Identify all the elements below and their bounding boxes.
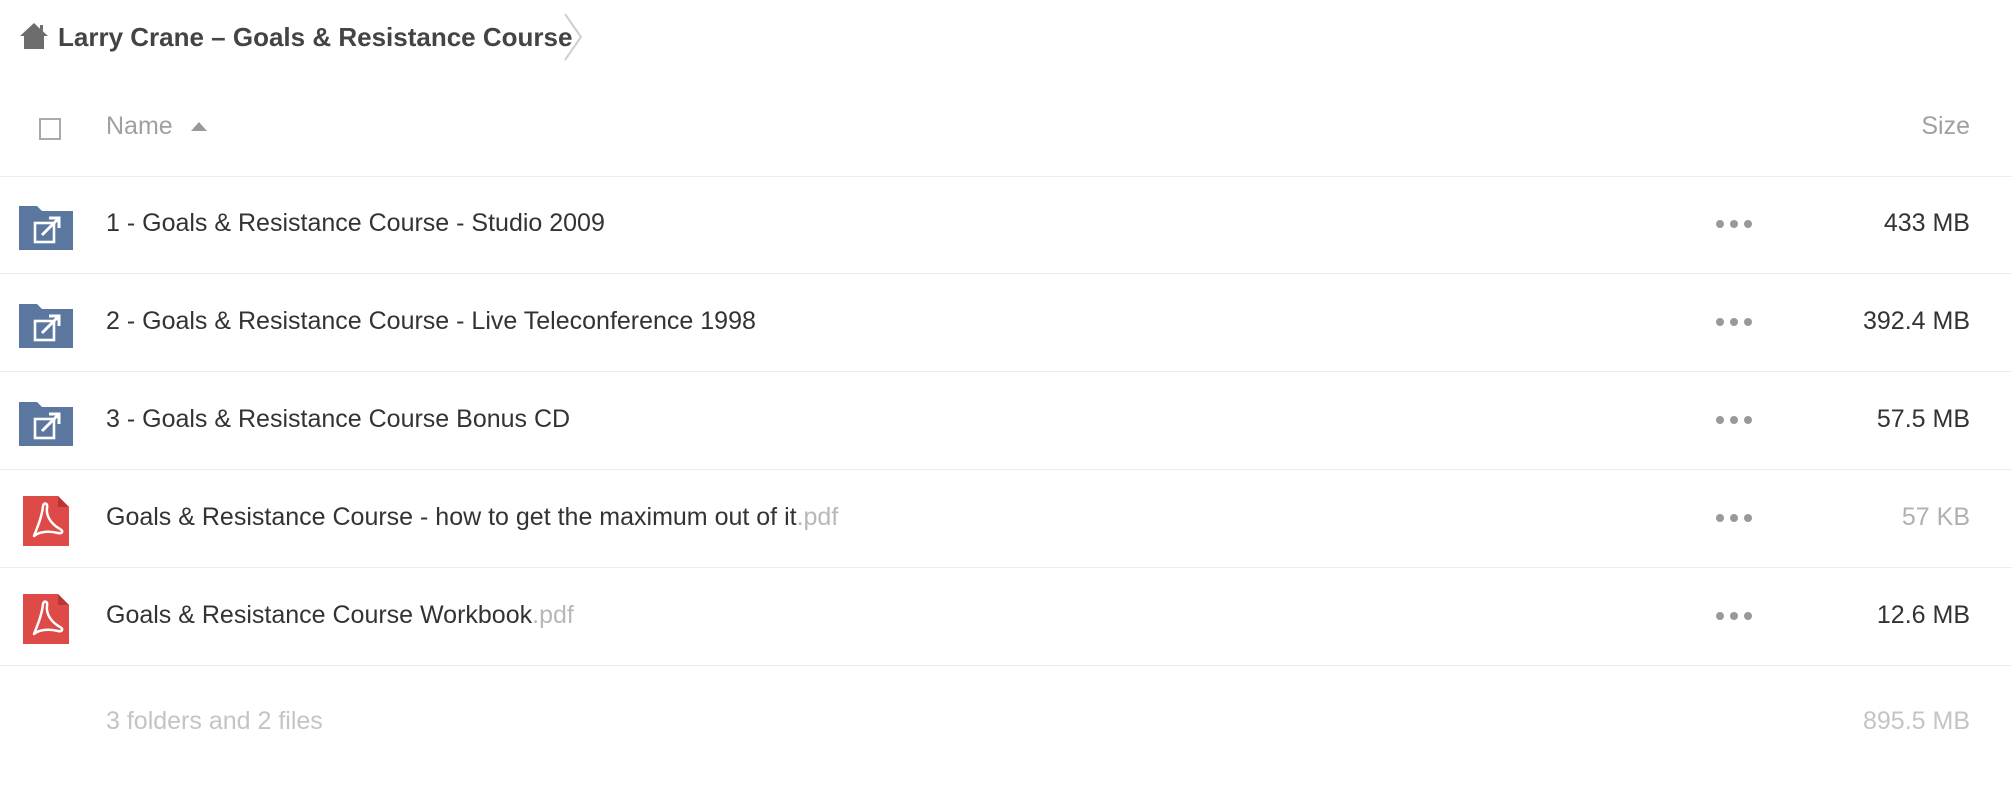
file-name-base: 2 - Goals & Resistance Course - Live Tel… — [106, 307, 756, 335]
shared-folder-icon — [19, 402, 73, 446]
file-name-base: Goals & Resistance Course - how to get t… — [106, 503, 797, 531]
select-all-checkbox[interactable] — [39, 118, 61, 140]
shared-folder-icon — [19, 206, 73, 250]
summary-total-size: 895.5 MB — [1862, 707, 1970, 735]
file-name[interactable]: 1 - Goals & Resistance Course - Studio 2… — [106, 206, 605, 240]
more-icon[interactable] — [1716, 406, 1752, 434]
breadcrumb: Larry Crane – Goals & Resistance Course — [0, 0, 2012, 72]
file-name[interactable]: Goals & Resistance Course - how to get t… — [106, 500, 838, 534]
table-row[interactable]: Goals & Resistance Course - how to get t… — [0, 470, 2012, 568]
file-size: 433 MB — [1883, 209, 1970, 237]
more-icon[interactable] — [1716, 504, 1752, 532]
table-row[interactable]: 3 - Goals & Resistance Course Bonus CD 57… — [0, 372, 2012, 470]
file-size: 12.6 MB — [1876, 601, 1970, 629]
table-header: Name Size — [0, 90, 2012, 177]
file-size: 392.4 MB — [1862, 307, 1970, 335]
file-name[interactable]: Goals & Resistance Course Workbook.pdf — [106, 598, 574, 632]
file-name[interactable]: 3 - Goals & Resistance Course Bonus CD — [106, 402, 570, 436]
table-row[interactable]: Goals & Resistance Course Workbook.pdf 12… — [0, 568, 2012, 666]
file-extension: .pdf — [796, 503, 839, 531]
list-summary: 3 folders and 2 files 895.5 MB — [0, 695, 2012, 755]
sort-ascending-icon — [190, 122, 207, 131]
breadcrumb-separator-icon — [564, 13, 583, 61]
name-column-header[interactable]: Name — [106, 112, 207, 141]
more-icon[interactable] — [1716, 602, 1752, 630]
table-row[interactable]: 1 - Goals & Resistance Course - Studio 2… — [0, 176, 2012, 274]
more-icon[interactable] — [1716, 308, 1752, 336]
size-column-header[interactable]: Size — [1921, 112, 1970, 141]
file-size: 57.5 MB — [1876, 405, 1970, 433]
more-icon[interactable] — [1716, 210, 1752, 238]
file-name-base: 3 - Goals & Resistance Course Bonus CD — [106, 405, 571, 433]
file-size: 57 KB — [1901, 503, 1970, 531]
shared-folder-icon — [19, 304, 73, 348]
name-column-label: Name — [106, 112, 173, 140]
file-extension: .pdf — [532, 601, 574, 629]
pdf-icon — [23, 496, 69, 546]
pdf-icon — [23, 594, 69, 644]
home-icon[interactable] — [19, 22, 49, 50]
table-row[interactable]: 2 - Goals & Resistance Course - Live Tel… — [0, 274, 2012, 372]
breadcrumb-current[interactable]: Larry Crane – Goals & Resistance Course — [58, 20, 572, 54]
summary-count: 3 folders and 2 files — [106, 707, 323, 735]
file-name[interactable]: 2 - Goals & Resistance Course - Live Tel… — [106, 304, 756, 338]
file-name-base: 1 - Goals & Resistance Course - Studio 2… — [106, 209, 605, 237]
file-name-base: Goals & Resistance Course Workbook — [106, 601, 533, 629]
